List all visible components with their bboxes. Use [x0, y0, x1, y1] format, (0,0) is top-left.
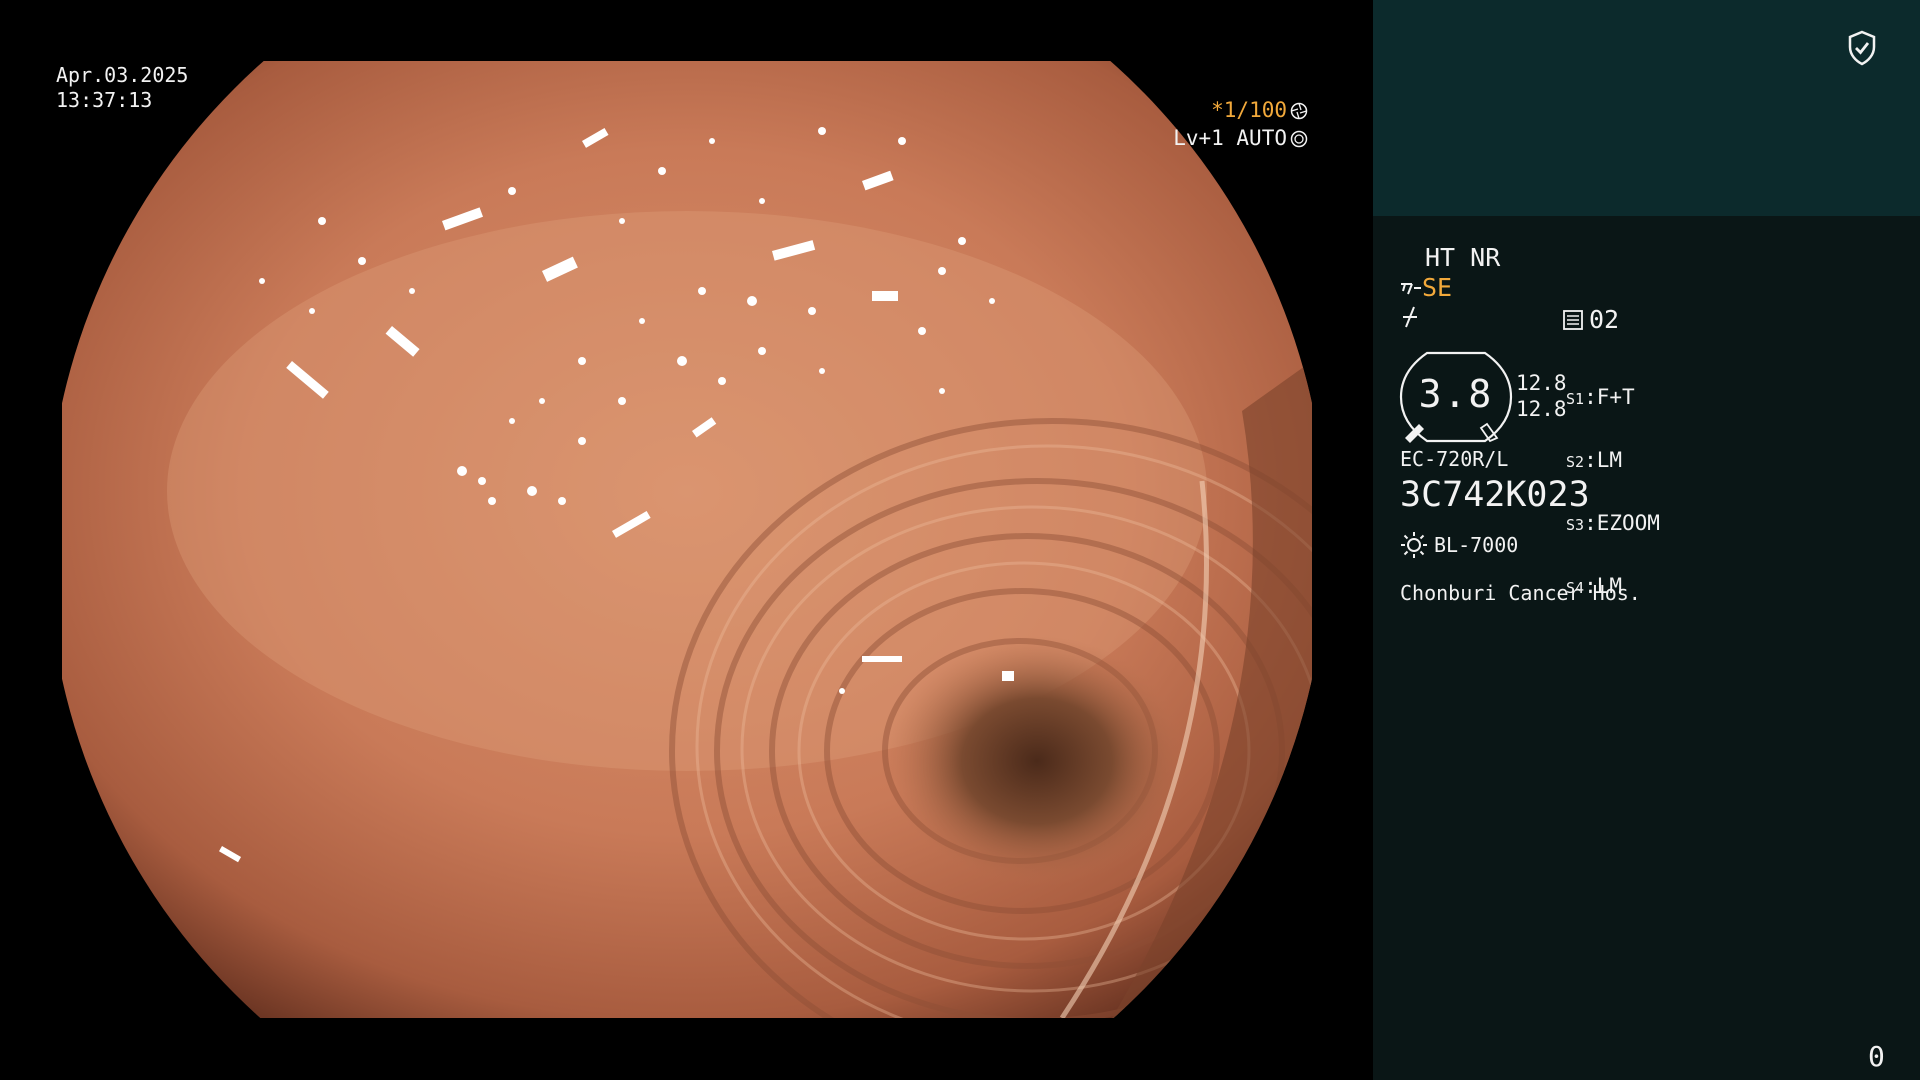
- switch-value: LM: [1596, 448, 1623, 472]
- light-source-value: BL-7000: [1434, 533, 1519, 557]
- light-source: BL-7000: [1400, 531, 1518, 559]
- lamp-icon: [1401, 532, 1427, 558]
- shutter-speed-value: *1/100: [1211, 98, 1287, 122]
- fiber-icon: [1403, 306, 1417, 328]
- zoom-value: 3.8: [1418, 372, 1494, 416]
- endoscopic-image: [62, 61, 1312, 1018]
- switch-value: F+T: [1596, 385, 1635, 409]
- scope-serial: 3C742K023: [1400, 475, 1590, 515]
- structure-enhancement-indicator: SE: [1400, 273, 1452, 302]
- info-panel: HT NR SE 02 3.8 12.8 12.8 S1:F+T S2:LM S…: [1373, 0, 1920, 1080]
- date-display: Apr.03.2025: [56, 63, 189, 87]
- switch-row: S2:LM: [1566, 448, 1623, 472]
- brightness-level-value: Lv+1 AUTO: [1173, 126, 1287, 150]
- switch-key: S3: [1566, 516, 1585, 534]
- image-mode: HT NR: [1425, 243, 1501, 272]
- switch-value: EZOOM: [1596, 511, 1660, 535]
- memory-value: 02: [1589, 305, 1620, 334]
- endoscope-view: Apr.03.2025 13:37:13 *1/100 Lv+1 AUTO: [0, 0, 1372, 1080]
- aperture-icon: [1290, 102, 1308, 120]
- brightness-level-indicator: Lv+1 AUTO: [1173, 126, 1308, 151]
- enhancement-icon: [1401, 283, 1421, 295]
- hospital-name: Chonburi Cancer Hos.: [1400, 581, 1641, 605]
- structure-enhancement-value: SE: [1422, 273, 1453, 302]
- image-counter: 0: [1868, 1040, 1885, 1073]
- memory-icon: [1563, 310, 1583, 330]
- panel-header: [1373, 0, 1920, 216]
- switch-key: S1: [1566, 390, 1585, 408]
- ratio-value: 12.8: [1516, 397, 1567, 421]
- switch-row: S1:F+T: [1566, 385, 1635, 409]
- iris-icon: [1290, 130, 1308, 148]
- shield-check-icon: [1848, 30, 1876, 66]
- switch-key: S2: [1566, 453, 1585, 471]
- scope-model: EC-720R/L: [1400, 447, 1509, 471]
- memory-channel: 02: [1563, 305, 1619, 334]
- ratio-value: 12.8: [1516, 371, 1567, 395]
- time-display: 13:37:13: [56, 88, 153, 112]
- shutter-speed-indicator: *1/100: [1211, 98, 1308, 123]
